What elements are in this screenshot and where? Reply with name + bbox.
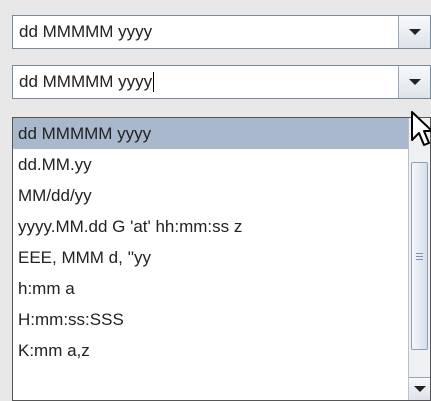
dropdown-scrollbar[interactable] (408, 118, 430, 400)
text-caret (153, 72, 155, 92)
grip-line (416, 259, 423, 260)
scroll-down-button[interactable] (409, 377, 430, 400)
combo-editing-dropdown-button[interactable] (398, 66, 430, 98)
date-format-combo-editing[interactable]: dd MMMMM yyyy (12, 65, 431, 99)
combo-editing-value[interactable]: dd MMMMM yyyy (19, 72, 152, 92)
date-format-combo-top[interactable]: dd MMMMM yyyy (12, 15, 431, 49)
chevron-down-icon (413, 386, 426, 392)
dropdown-item[interactable]: yyyy.MM.dd G 'at' hh:mm:ss z (13, 211, 408, 242)
dropdown-items: dd MMMMM yyyy dd.MM.yy MM/dd/yy yyyy.MM.… (13, 118, 408, 400)
dropdown-item[interactable]: K:mm a,z (13, 335, 408, 366)
dropdown-item[interactable]: h:mm a (13, 273, 408, 304)
combo-editing-value-wrapper[interactable]: dd MMMMM yyyy (19, 66, 155, 98)
date-format-dropdown-list: dd MMMMM yyyy dd.MM.yy MM/dd/yy yyyy.MM.… (12, 117, 431, 401)
combo-top-value[interactable]: dd MMMMM yyyy (19, 16, 152, 48)
dropdown-item[interactable]: MM/dd/yy (13, 180, 408, 211)
mouse-cursor-icon (411, 111, 431, 146)
chevron-down-icon (408, 79, 421, 85)
dropdown-item[interactable]: H:mm:ss:SSS (13, 304, 408, 335)
combo-top-dropdown-button[interactable] (398, 16, 430, 48)
dropdown-item[interactable]: dd.MM.yy (13, 149, 408, 180)
grip-line (416, 256, 423, 257)
dropdown-item[interactable]: EEE, MMM d, ''yy (13, 242, 408, 273)
scrollbar-thumb[interactable] (411, 162, 428, 350)
chevron-down-icon (408, 29, 421, 35)
dropdown-item[interactable]: dd MMMMM yyyy (13, 118, 408, 149)
grip-line (416, 253, 423, 254)
